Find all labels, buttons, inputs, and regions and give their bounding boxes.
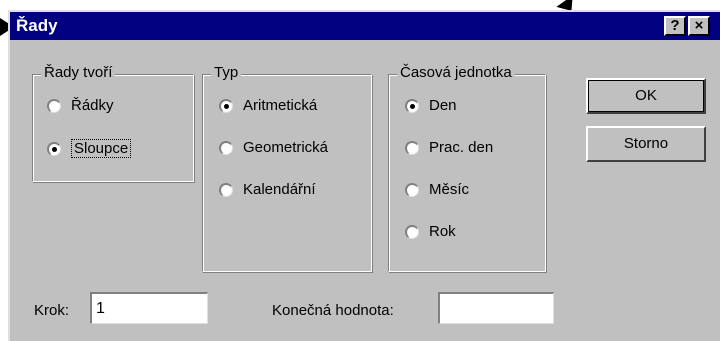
radio-month[interactable]: Měsíc [405,181,469,198]
stop-value-input[interactable] [438,292,554,324]
dialog-title: Řady [16,16,58,35]
radio-day[interactable]: Den [405,97,457,114]
radio-date-label: Kalendářní [243,181,316,198]
radio-arithmetic[interactable]: Aritmetická [219,97,317,114]
group-series-in: Řady tvoří Řádky Sloupce [32,64,194,182]
radio-arithmetic-label: Aritmetická [243,97,318,114]
radio-geometric[interactable]: Geometrická [219,139,328,156]
radio-year[interactable]: Rok [405,223,456,240]
stop-value-label: Konečná hodnota: [272,302,394,319]
step-input[interactable]: 1 [90,292,208,324]
radio-weekday[interactable]: Prac. den [405,139,493,156]
radio-columns-label: Sloupce [71,139,132,158]
close-button[interactable]: × [688,16,710,36]
title-bar: Řady ? × [10,12,720,40]
radio-rows-label: Řádky [71,97,114,114]
series-dialog: Řady ? × Řady tvoří Řádky Sloupce Typ Ar… [8,10,720,341]
radio-geometric-icon [219,140,233,155]
radio-year-icon [405,224,419,239]
radio-month-label: Měsíc [429,181,470,198]
radio-date-icon [219,182,233,197]
radio-date[interactable]: Kalendářní [219,181,316,198]
radio-day-icon [405,98,419,113]
radio-month-icon [405,182,419,197]
radio-columns-icon [47,141,61,156]
group-date-unit-label: Časová jednotka [397,64,515,81]
radio-columns[interactable]: Sloupce [47,139,132,158]
radio-year-label: Rok [429,223,456,240]
radio-arithmetic-icon [219,98,233,113]
ok-button[interactable]: OK [586,78,706,114]
group-type-label: Typ [211,64,242,81]
help-button[interactable]: ? [664,16,686,36]
group-date-unit: Časová jednotka Den Prac. den Měsíc Rok [388,64,546,272]
group-type: Typ Aritmetická Geometrická Kalendářní [202,64,372,272]
radio-geometric-label: Geometrická [243,139,329,156]
step-label: Krok: [34,302,70,319]
radio-day-label: Den [429,97,457,114]
radio-weekday-icon [405,140,419,155]
radio-rows-icon [47,98,61,113]
cancel-button[interactable]: Storno [586,126,706,162]
group-series-in-label: Řady tvoří [41,64,116,81]
radio-weekday-label: Prac. den [429,139,494,156]
radio-rows[interactable]: Řádky [47,97,114,114]
screenshot: Řady ? × Řady tvoří Řádky Sloupce Typ Ar… [0,0,720,341]
